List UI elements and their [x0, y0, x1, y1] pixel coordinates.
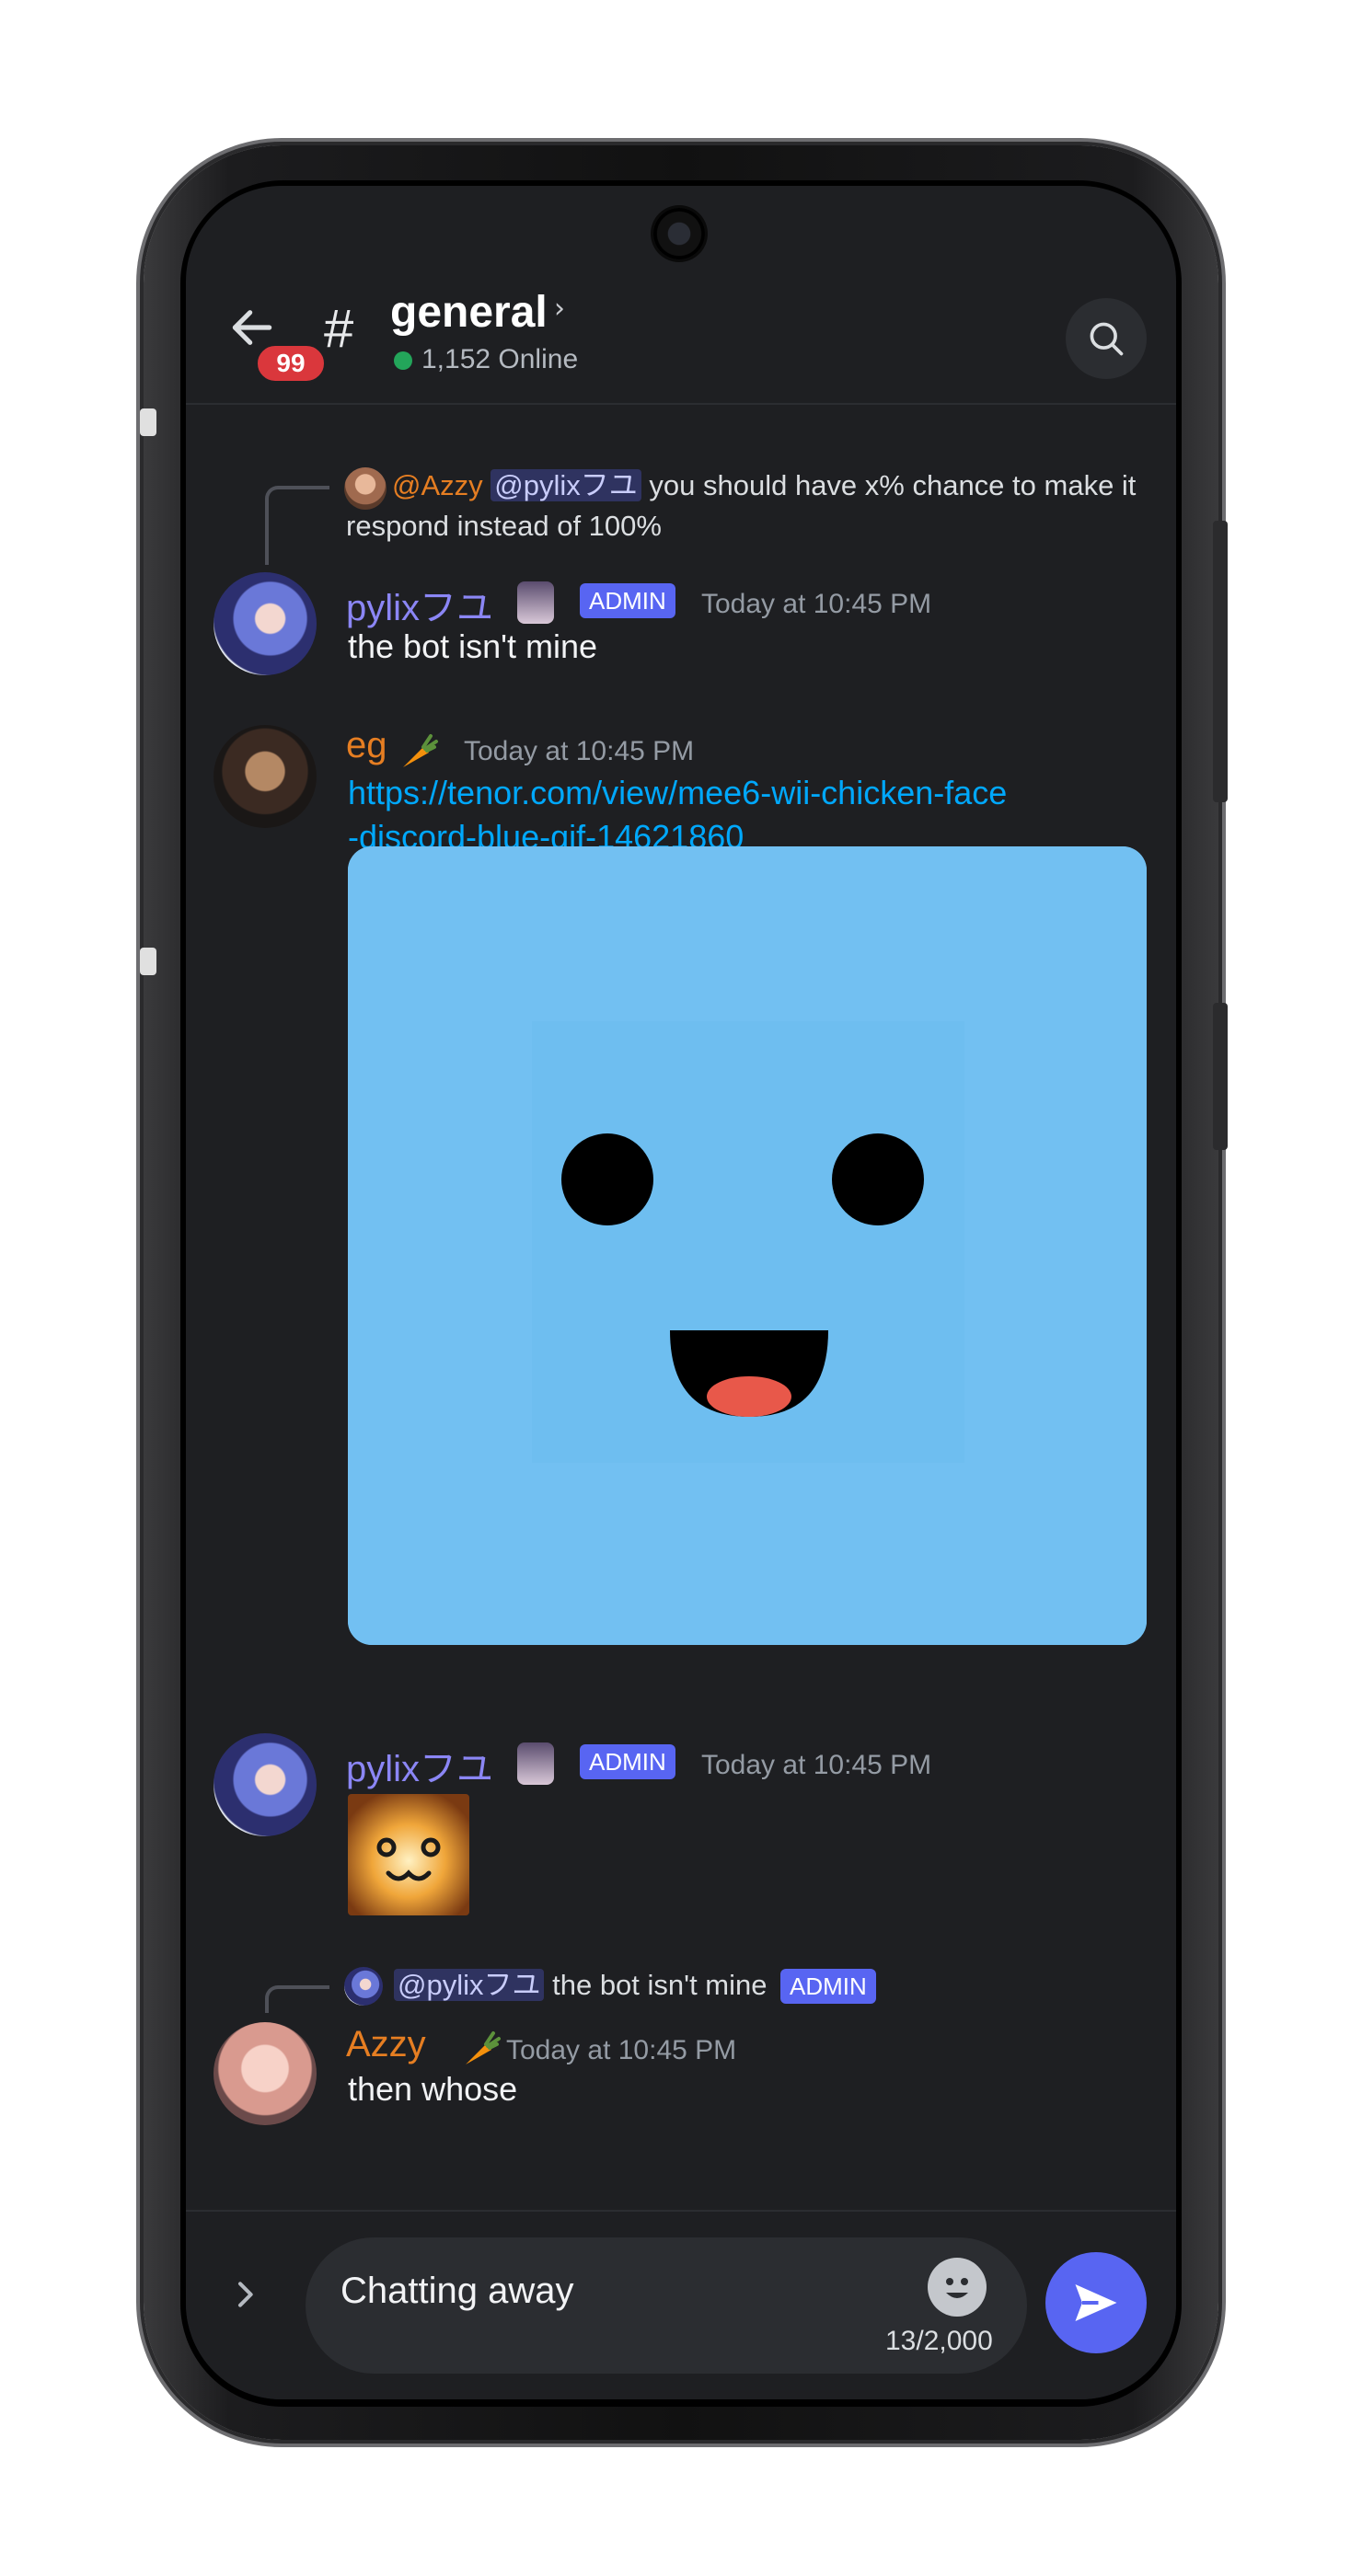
unread-badge: 99	[254, 342, 328, 385]
timestamp: Today at 10:45 PM	[464, 736, 695, 766]
message-composer: Chatting away 13/2,000	[186, 2210, 1176, 2399]
admin-badge: ADMIN	[580, 583, 675, 618]
channel-hash-icon: #	[324, 299, 354, 359]
username[interactable]: pylixフユ	[346, 578, 493, 631]
reply-preview[interactable]: @pylixフユ the bot isn't mine	[394, 1965, 768, 2006]
channel-header: 99 # general › 1,152 Online	[186, 186, 1176, 405]
admin-badge: ADMIN	[580, 1744, 675, 1779]
reply-avatar[interactable]	[344, 1967, 383, 2006]
power-button	[1213, 1003, 1228, 1150]
phone-side-marker	[140, 948, 156, 975]
timestamp: Today at 10:45 PM	[506, 2035, 737, 2065]
character-counter: 13/2,000	[885, 2326, 993, 2356]
username[interactable]: eg	[346, 725, 387, 766]
timestamp: Today at 10:45 PM	[701, 1750, 932, 1780]
username[interactable]: pylixフユ	[346, 1739, 493, 1792]
username[interactable]: Azzy	[346, 2024, 426, 2065]
carrot-icon	[458, 2028, 502, 2076]
cat-explosion-sticker-icon[interactable]	[348, 1794, 469, 1915]
avatar[interactable]	[214, 572, 317, 675]
mention[interactable]: @pylixフユ	[491, 469, 641, 501]
message-text: the bot isn't mine	[348, 627, 598, 665]
avatar[interactable]	[214, 2022, 317, 2125]
reply-connector	[265, 1985, 329, 2013]
online-status-dot	[394, 351, 412, 370]
avatar[interactable]	[214, 725, 317, 828]
chevron-right-icon[interactable]: ›	[554, 293, 565, 325]
volume-button	[1213, 521, 1228, 802]
message-list[interactable]: @Azzy @pylixフユ you should have x% chance…	[186, 407, 1176, 2210]
app-screen: 99 # general › 1,152 Online @Azzy @pylix…	[186, 186, 1176, 2399]
profile-emoji-icon	[517, 1742, 554, 1785]
message-input-value[interactable]: Chatting away	[340, 2271, 573, 2312]
reply-text-line2: respond instead of 100%	[346, 510, 662, 542]
channel-name[interactable]: general	[390, 287, 548, 338]
timestamp: Today at 10:45 PM	[701, 589, 932, 619]
reply-text: the bot isn't mine	[552, 1969, 768, 2001]
link-line1[interactable]: https://tenor.com/view/mee6-wii-chicken-…	[348, 774, 1007, 811]
search-icon	[1090, 322, 1124, 356]
message-text: then whose	[348, 2070, 518, 2108]
mention[interactable]: @pylixフユ	[394, 1969, 545, 2001]
reply-connector	[265, 486, 329, 565]
admin-badge: ADMIN	[780, 1969, 876, 2004]
reply-text-line1: you should have x% chance to make it	[649, 469, 1137, 501]
message-input[interactable]: Chatting away 13/2,000	[306, 2237, 1027, 2374]
avatar[interactable]	[214, 1733, 317, 1836]
reply-preview[interactable]: @Azzy @pylixフユ you should have x% chance…	[346, 466, 1156, 546]
chevron-right-icon[interactable]	[226, 2276, 272, 2331]
reply-author: @Azzy	[392, 469, 483, 501]
send-button[interactable]	[1045, 2252, 1147, 2353]
online-count: 1,152 Online	[421, 344, 579, 374]
profile-emoji-icon	[517, 581, 554, 624]
phone-side-marker	[140, 408, 156, 436]
search-button[interactable]	[1066, 298, 1147, 379]
emoji-picker-button[interactable]	[928, 2258, 987, 2317]
smiley-face-image	[348, 846, 1147, 1645]
send-icon	[1075, 2284, 1117, 2321]
smiley-icon	[946, 2278, 968, 2298]
gif-embed[interactable]	[348, 846, 1147, 1645]
